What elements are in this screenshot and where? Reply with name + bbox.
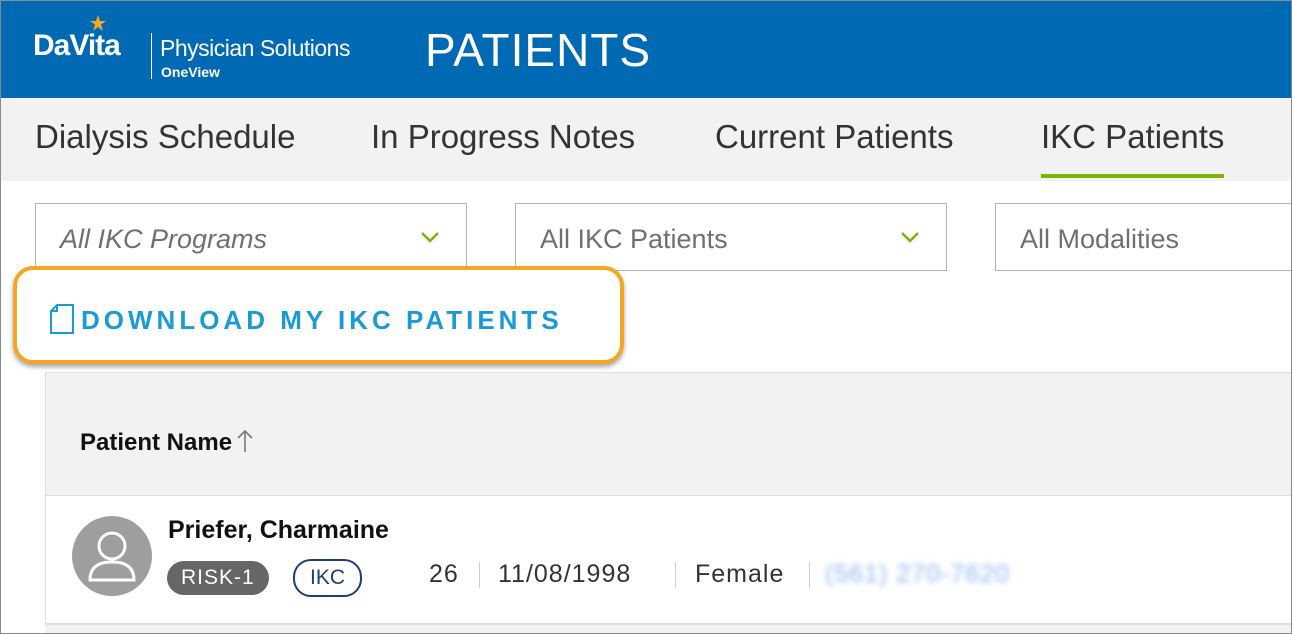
app-window: DaVita Physician Solutions OneView PATIE… bbox=[0, 0, 1292, 634]
download-label: DOWNLOAD MY IKC PATIENTS bbox=[81, 305, 563, 335]
modalities-dropdown[interactable]: All Modalities bbox=[995, 203, 1291, 271]
separator bbox=[809, 562, 810, 588]
tab-bar: Dialysis Schedule In Progress Notes Curr… bbox=[1, 98, 1291, 181]
chevron-down-icon bbox=[421, 232, 439, 243]
ikc-programs-value: All IKC Programs bbox=[60, 224, 268, 254]
modalities-value: All Modalities bbox=[1020, 224, 1180, 254]
top-header: DaVita Physician Solutions OneView PATIE… bbox=[1, 1, 1291, 98]
chevron-down-icon bbox=[901, 232, 919, 243]
user-icon bbox=[88, 531, 136, 582]
patient-dob: 11/08/1998 bbox=[498, 560, 632, 588]
document-icon bbox=[50, 304, 74, 334]
logo-tagline: Physician Solutions bbox=[160, 35, 350, 61]
tab-in-progress-notes[interactable]: In Progress Notes bbox=[371, 118, 635, 156]
ikc-programs-dropdown[interactable]: All IKC Programs bbox=[35, 203, 467, 271]
logo-divider bbox=[151, 33, 152, 79]
tab-ikc-patients[interactable]: IKC Patients bbox=[1041, 118, 1225, 178]
patient-age: 26 bbox=[429, 560, 459, 588]
davita-logo[interactable]: DaVita bbox=[33, 29, 121, 63]
avatar bbox=[72, 516, 152, 596]
column-header-patient-name[interactable]: Patient Name bbox=[80, 428, 254, 457]
tab-current-patients[interactable]: Current Patients bbox=[715, 118, 953, 156]
ikc-patients-dropdown[interactable]: All IKC Patients bbox=[515, 203, 947, 271]
ikc-patients-value: All IKC Patients bbox=[540, 224, 728, 254]
logo-subtitle: OneView bbox=[161, 64, 220, 80]
patient-phone[interactable]: (561) 270-7620 bbox=[825, 560, 1010, 589]
tab-dialysis-schedule[interactable]: Dialysis Schedule bbox=[35, 118, 295, 156]
patient-name[interactable]: Priefer, Charmaine bbox=[168, 516, 389, 545]
column-header-label: Patient Name bbox=[80, 429, 233, 456]
next-row-edge bbox=[45, 624, 1291, 633]
patient-gender: Female bbox=[695, 560, 785, 588]
sort-ascending-icon bbox=[237, 429, 253, 452]
separator bbox=[479, 562, 480, 588]
ikc-badge: IKC bbox=[293, 559, 363, 597]
risk-badge: RISK-1 bbox=[167, 561, 269, 595]
separator bbox=[675, 562, 676, 588]
table-header: Patient Name bbox=[45, 372, 1291, 496]
logo-star-icon bbox=[90, 15, 106, 31]
page-title: PATIENTS bbox=[425, 24, 652, 76]
table-row[interactable]: Priefer, Charmaine RISK-1 IKC 26 11/08/1… bbox=[45, 496, 1291, 624]
